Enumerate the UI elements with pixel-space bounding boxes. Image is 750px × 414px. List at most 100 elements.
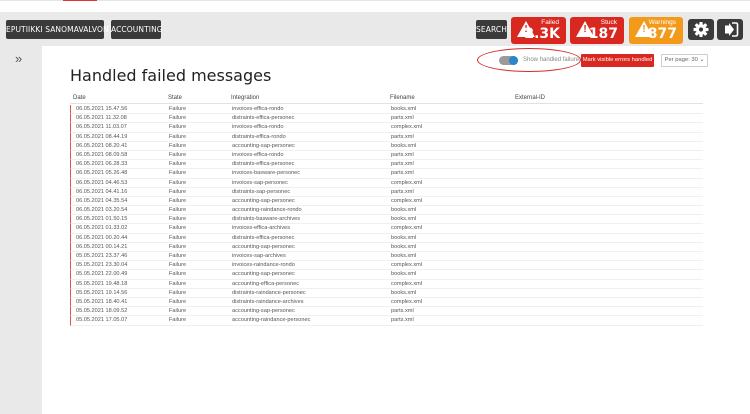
table-row[interactable]: 05.05.2021 23.30.04 Failure invoices-raind… <box>70 261 703 271</box>
cell-integration: distraints-basware-archives <box>232 216 301 223</box>
cell-date: 06.05.2021 00.20.44 <box>76 234 128 241</box>
cell-date: 06.05.2021 04.41.16 <box>76 188 128 195</box>
cell-filename: parts.xml <box>391 115 414 122</box>
toggle-knob <box>509 56 518 65</box>
cell-filename: books.xml <box>391 271 417 278</box>
gear-icon <box>693 22 709 37</box>
table-row[interactable]: 06.05.2021 00.14.21 Failure accounting-sap… <box>70 242 703 252</box>
cell-filename: parts.xml <box>391 161 414 168</box>
cell-date: 06.05.2021 05.26.48 <box>76 170 128 177</box>
table-row[interactable]: 06.05.2021 04.46.53 Failure invoices-sap-p… <box>70 178 703 188</box>
table-row[interactable]: 06.05.2021 08.09.58 Failure invoices-effic… <box>70 150 703 161</box>
table-row[interactable]: 06.05.2021 15.47.56 Failure invoices-effic… <box>70 105 703 115</box>
cell-state: Failure <box>169 280 187 287</box>
cell-integration: invoices-effica-rondo <box>232 124 284 131</box>
cell-filename: parts.xml <box>391 188 414 195</box>
cell-filename: complex.xml <box>391 179 423 186</box>
table-row[interactable]: 05.05.2021 18.09.52 Failure accounting-sap… <box>70 307 703 317</box>
cell-date: 06.05.2021 00.14.21 <box>76 243 128 250</box>
column-header-external-id[interactable]: External-ID <box>515 94 545 102</box>
cell-filename: parts.xml <box>391 317 414 324</box>
cell-filename: parts.xml <box>391 308 414 315</box>
sign-out-icon <box>725 22 739 37</box>
table-row[interactable]: 05.05.2021 19.14.56 Failure distraints-rai… <box>70 288 703 298</box>
cell-integration: distraints-raindance-personec <box>232 289 306 296</box>
search-button[interactable]: SEARCH <box>476 20 507 39</box>
table-row[interactable]: 06.05.2021 06.28.33 Failure distraints-eff… <box>70 160 703 170</box>
cell-integration: accounting-raindance-rondo <box>232 207 302 214</box>
cell-state: Failure <box>169 179 187 186</box>
column-header-state[interactable]: State <box>168 94 182 102</box>
cell-filename: parts.xml <box>391 151 414 158</box>
logout-button[interactable] <box>717 19 743 40</box>
warnings-counter[interactable]: ! Warnings 877 <box>629 17 683 44</box>
show-handled-toggle[interactable] <box>499 56 518 65</box>
cell-date: 06.05.2021 11.03.07 <box>76 124 127 131</box>
column-header-integration[interactable]: Integration <box>231 94 259 102</box>
cell-state: Failure <box>169 188 187 195</box>
cell-date: 06.05.2021 04.46.53 <box>76 179 128 186</box>
table-row[interactable]: 06.05.2021 01.50.15 Failure distraints-bas… <box>70 215 703 225</box>
table-row[interactable]: 05.05.2021 22.00.49 Failure accounting-sap… <box>70 270 703 280</box>
table-row[interactable]: 06.05.2021 01.33.02 Failure invoices-effic… <box>70 224 703 234</box>
expand-sidebar-icon[interactable]: » <box>15 52 22 66</box>
cell-filename: books.xml <box>391 253 417 259</box>
cell-state: Failure <box>169 142 187 149</box>
table-row[interactable]: 06.05.2021 04.41.16 Failure distraints-sap… <box>70 187 703 197</box>
table-row[interactable]: 06.05.2021 03.20.54 Failure accounting-rai… <box>70 206 703 216</box>
cell-state: Failure <box>169 207 187 214</box>
table-row[interactable]: 06.05.2021 05.26.48 Failure invoices-baswa… <box>70 169 703 179</box>
cell-filename: complex.xml <box>391 280 423 287</box>
table-row[interactable]: 05.05.2021 17.05.07 Failure accounting-rai… <box>70 316 703 326</box>
table-row[interactable]: 06.05.2021 11.32.08 Failure distraints-eff… <box>70 114 703 124</box>
cell-filename: complex.xml <box>391 124 423 131</box>
table-row[interactable]: 06.05.2021 08.44.19 Failure distraints-eff… <box>70 132 703 142</box>
cell-integration: invoices-raindance-rondo <box>232 262 295 269</box>
cell-date: 05.05.2021 17.05.07 <box>76 317 128 324</box>
cell-integration: distraints-sap-personec <box>232 188 291 195</box>
per-page-value: Per page: 30 <box>664 57 698 63</box>
cell-filename: parts.xml <box>391 133 414 140</box>
cell-filename: books.xml <box>391 207 417 214</box>
cell-state: Failure <box>169 170 187 177</box>
cell-integration: distraints-effica-personec <box>232 161 295 168</box>
cell-state: Failure <box>169 234 187 241</box>
show-handled-label: Show handled failures <box>523 57 583 63</box>
cell-state: Failure <box>169 271 187 278</box>
table-row[interactable]: 05.05.2021 19.48.18 Failure accounting-eff… <box>70 279 703 289</box>
cell-date: 06.05.2021 03.20.54 <box>76 207 128 214</box>
cell-integration: invoices-sap-personec <box>232 179 288 186</box>
settings-button[interactable] <box>688 19 714 40</box>
cell-state: Failure <box>169 133 187 140</box>
cell-state: Failure <box>169 289 187 296</box>
cell-integration: accounting-sap-personec <box>232 197 295 204</box>
column-header-filename[interactable]: Filename <box>390 94 415 102</box>
cell-state: Failure <box>169 106 187 112</box>
cell-date: 06.05.2021 08.44.19 <box>76 133 128 140</box>
cell-filename: books.xml <box>391 142 417 149</box>
table-row[interactable]: 06.05.2021 08.20.41 Failure accounting-sap… <box>70 141 703 151</box>
stuck-count: 187 <box>588 26 618 42</box>
table-row[interactable]: 06.05.2021 04.35.54 Failure accounting-sap… <box>70 196 703 207</box>
accounting-button[interactable]: ACCOUNTING <box>111 20 163 39</box>
column-header-date[interactable]: Date <box>73 94 86 102</box>
table-row[interactable]: 05.05.2021 23.37.46 Failure invoices-sap-a… <box>70 252 703 262</box>
cell-integration: accounting-sap-personec <box>232 243 295 250</box>
top-header: EPUTIIKKI SANOMAVALVONTA ACCOUNTING SEAR… <box>0 12 750 46</box>
mark-handled-button[interactable]: Mark visible errors handled <box>581 54 654 67</box>
cell-integration: invoices-basware-personec <box>232 170 301 177</box>
top-accent-line <box>0 0 750 1</box>
stuck-counter[interactable]: ! Stuck 187 <box>570 17 624 44</box>
table-row[interactable]: 06.05.2021 11.03.07 Failure invoices-effic… <box>70 123 703 133</box>
failed-counter[interactable]: ! Failed 2.3K <box>511 17 566 44</box>
cell-date: 05.05.2021 18.09.52 <box>76 308 128 315</box>
environment-button[interactable]: EPUTIIKKI SANOMAVALVONTA <box>6 20 118 39</box>
cell-date: 05.05.2021 23.37.46 <box>76 253 128 259</box>
cell-filename: complex.xml <box>391 225 423 232</box>
cell-state: Failure <box>169 298 187 305</box>
table-row[interactable]: 06.05.2021 00.20.44 Failure distraints-eff… <box>70 233 703 243</box>
cell-integration: distraints-effica-personec <box>232 234 295 241</box>
table-header: Date State Integration Filename External… <box>70 93 703 104</box>
per-page-select[interactable]: Per page: 30 ⌄ <box>661 54 708 67</box>
table-row[interactable]: 05.05.2021 18.40.41 Failure distraints-rai… <box>70 297 703 308</box>
